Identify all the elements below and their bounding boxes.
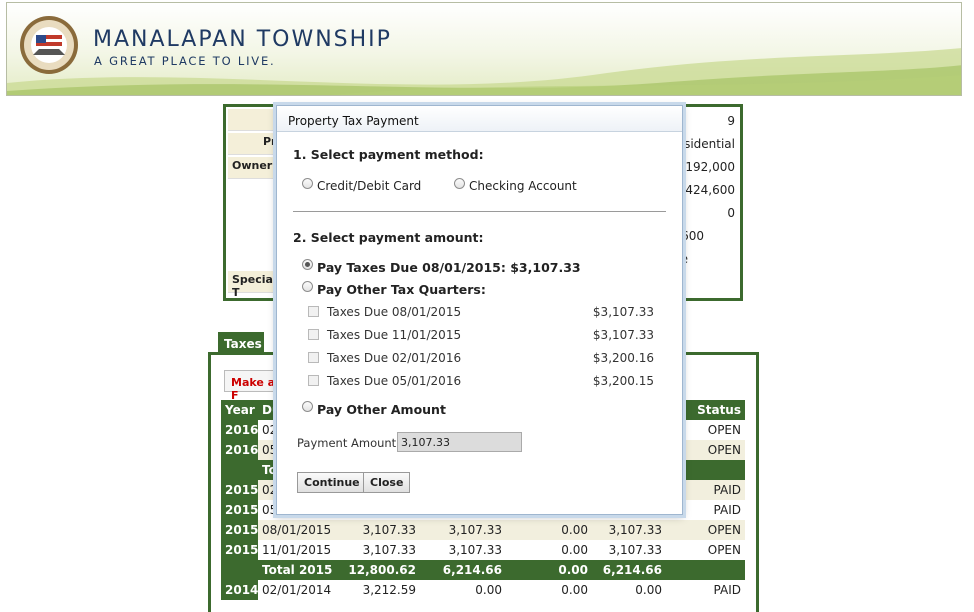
property-value: 0 xyxy=(727,206,735,220)
table-row: 2014 02/01/2014 3,212.59 0.00 0.00 0.00 PAID xyxy=(221,580,745,600)
status-cell xyxy=(666,560,745,580)
quarter-checkbox[interactable] xyxy=(308,375,319,386)
amount-cell: 0.00 xyxy=(635,583,662,597)
amount-cell: 6,214.66 xyxy=(420,560,506,580)
checking-account-radio[interactable] xyxy=(454,178,465,189)
quarter-checkbox[interactable] xyxy=(308,352,319,363)
quarter-label: Taxes Due 02/01/2016 xyxy=(327,351,462,365)
amount-cell: 0.00 xyxy=(475,583,502,597)
checking-account-label[interactable]: Checking Account xyxy=(469,179,577,193)
quarter-checkbox[interactable] xyxy=(308,306,319,317)
dialog-title: Property Tax Payment xyxy=(277,106,682,132)
amount-cell: 3,107.33 xyxy=(362,543,416,557)
year-cell: 2015 xyxy=(221,540,258,560)
column-header-year: Year xyxy=(221,400,258,420)
make-payment-button[interactable]: Make a F xyxy=(224,370,284,402)
pay-other-amount-radio[interactable] xyxy=(302,401,313,412)
year-cell: 2015 xyxy=(221,520,258,540)
status-cell: PAID xyxy=(713,583,741,597)
amount-cell: 3,107.33 xyxy=(420,520,506,540)
quarter-label: Taxes Due 05/01/2016 xyxy=(327,374,462,388)
credit-card-radio[interactable] xyxy=(302,178,313,189)
tab-taxes[interactable]: Taxes xyxy=(218,332,264,354)
year-cell: 2016 xyxy=(221,440,258,460)
year-cell xyxy=(221,560,258,580)
section-divider xyxy=(293,211,666,212)
pay-other-quarters-label[interactable]: Pay Other Tax Quarters: xyxy=(317,282,486,297)
quarter-label: Taxes Due 11/01/2015 xyxy=(327,328,462,342)
property-value: 9 xyxy=(727,114,735,128)
site-tagline: A GREAT PLACE TO LIVE. xyxy=(94,54,276,68)
year-cell: 2014 xyxy=(221,580,258,600)
credit-card-label[interactable]: Credit/Debit Card xyxy=(317,179,421,193)
pay-other-amount-label[interactable]: Pay Other Amount xyxy=(317,402,446,417)
amount-cell: 3,107.33 xyxy=(592,520,666,540)
table-row: 2015 11/01/2015 3,107.33 3,107.33 0.00 3,107.… xyxy=(221,540,745,560)
amount-cell: 3,107.33 xyxy=(448,543,502,557)
quarter-amount: $3,107.33 xyxy=(592,305,654,319)
property-tax-payment-dialog: Property Tax Payment 1. Select payment m… xyxy=(276,105,683,515)
status-cell: OPEN xyxy=(707,543,741,557)
amount-cell: 12,800.62 xyxy=(336,560,420,580)
table-row: 2015 08/01/2015 3,107.33 3,107.33 0.00 3,107.… xyxy=(221,520,745,540)
amount-cell: 0.00 xyxy=(561,543,588,557)
continue-button[interactable]: Continue xyxy=(297,472,367,493)
pay-due-label[interactable]: Pay Taxes Due 08/01/2015: $3,107.33 xyxy=(317,260,581,275)
table-total-row: Total 2015 12,800.62 6,214.66 0.00 6,214.66 xyxy=(221,560,745,580)
amount-cell: 3,212.59 xyxy=(362,583,416,597)
pay-due-radio[interactable] xyxy=(302,259,313,270)
property-value: 192,000 xyxy=(685,160,735,174)
year-cell: 2016 xyxy=(221,420,258,440)
township-seal-icon xyxy=(20,16,78,74)
amount-cell: 0.00 xyxy=(506,520,592,540)
year-cell: 2015 xyxy=(221,500,258,520)
payment-amount-input[interactable] xyxy=(397,432,522,452)
header-banner: MANALAPAN TOWNSHIP A GREAT PLACE TO LIVE… xyxy=(6,2,962,96)
due-date-cell: 11/01/2015 xyxy=(262,543,332,557)
quarter-label: Taxes Due 08/01/2015 xyxy=(327,305,462,319)
amount-cell: 3,107.33 xyxy=(608,543,662,557)
quarter-checkbox[interactable] xyxy=(308,329,319,340)
close-button[interactable]: Close xyxy=(363,472,411,493)
due-date-cell: 08/01/2015 xyxy=(258,520,336,540)
quarter-amount: $3,200.16 xyxy=(592,351,654,365)
due-date-cell: Total 2015 xyxy=(258,560,336,580)
amount-cell: 6,214.66 xyxy=(592,560,666,580)
amount-cell: 0.00 xyxy=(561,583,588,597)
payment-method-heading: 1. Select payment method: xyxy=(293,147,484,162)
payment-amount-heading: 2. Select payment amount: xyxy=(293,230,484,245)
amount-cell: 3,107.33 xyxy=(336,520,420,540)
site-title: MANALAPAN TOWNSHIP xyxy=(93,27,392,52)
property-value: 424,600 xyxy=(685,183,735,197)
amount-cell: 0.00 xyxy=(506,560,592,580)
quarter-amount: $3,107.33 xyxy=(592,328,654,342)
quarter-amount: $3,200.15 xyxy=(592,374,654,388)
pay-other-quarters-radio[interactable] xyxy=(302,281,313,292)
status-cell: OPEN xyxy=(666,520,745,540)
due-date-cell: 02/01/2014 xyxy=(262,583,332,597)
year-cell xyxy=(221,460,258,480)
year-cell: 2015 xyxy=(221,480,258,500)
payment-amount-label: Payment Amount: xyxy=(297,436,401,450)
